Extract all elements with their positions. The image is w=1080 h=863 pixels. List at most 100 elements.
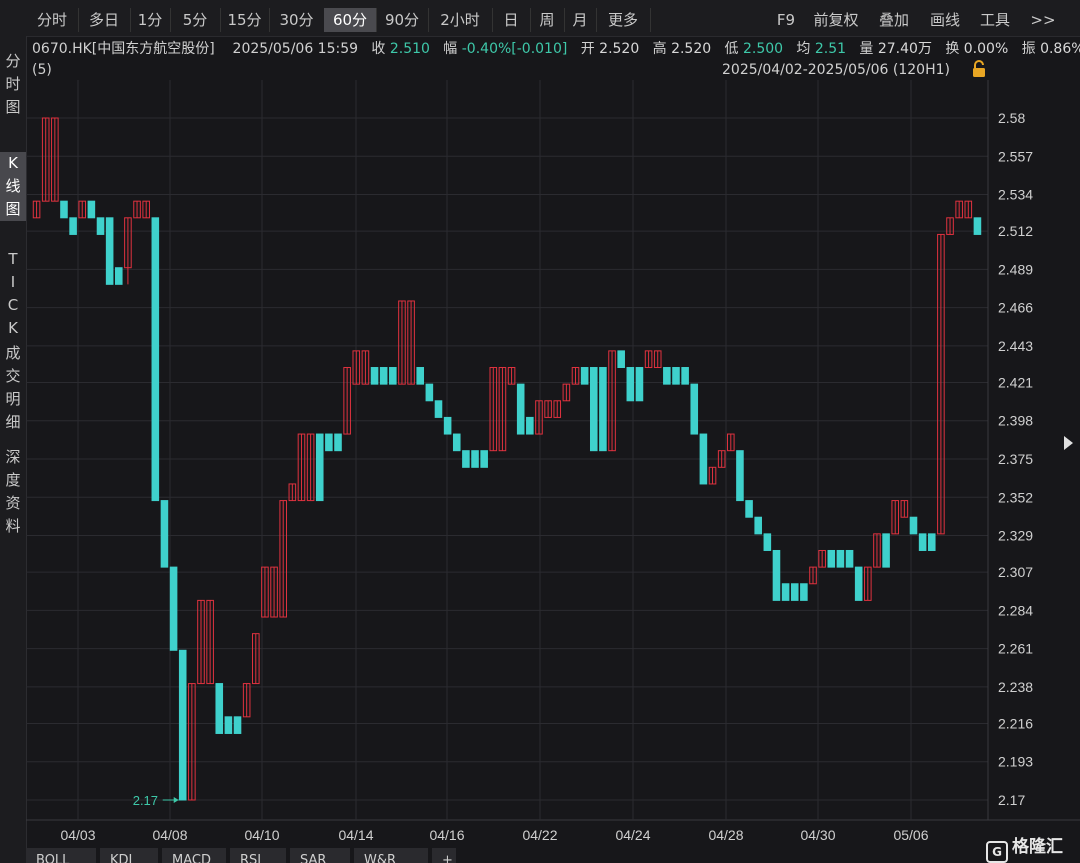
candle-body — [580, 367, 589, 385]
x-tick-label: 04/28 — [708, 827, 743, 843]
indicator-tab-1[interactable]: KDJ — [100, 848, 158, 863]
candle-body — [105, 217, 114, 285]
candle-body — [416, 367, 425, 385]
period-tab-2[interactable]: 1分 — [130, 8, 171, 32]
candle-body — [836, 549, 845, 568]
turnover-label: 换 — [945, 41, 960, 57]
candle-body — [845, 549, 854, 568]
candle-body — [160, 500, 169, 568]
indicator-tab-3[interactable]: RSI — [230, 848, 286, 863]
period-tab-12[interactable]: 更多 — [596, 8, 651, 32]
tool-button-0[interactable]: F9 — [768, 8, 804, 32]
candle-body — [96, 217, 105, 235]
candle-body — [443, 416, 452, 435]
quote-info-line: 0670.HK[中国东方航空股份] 2025/05/06 15:59 收 2.5… — [32, 38, 1080, 58]
y-tick-label: 2.421 — [998, 374, 1033, 390]
candle-body — [178, 649, 187, 801]
sidebar-item-1[interactable]: K线图 — [0, 152, 26, 221]
logo-icon: G — [986, 841, 1008, 863]
change-value: -0.40%[-0.010] — [461, 41, 568, 57]
watermark-logo: G 格隆汇 — [986, 832, 1063, 863]
period-tab-9[interactable]: 日 — [492, 8, 531, 32]
indicator-tab-4[interactable]: SAR — [290, 848, 350, 863]
lock-icon[interactable] — [970, 60, 988, 78]
y-tick-label: 2.284 — [998, 602, 1033, 618]
x-tick-label: 04/16 — [429, 827, 464, 843]
x-tick-label: 05/06 — [893, 827, 928, 843]
y-tick-label: 2.443 — [998, 338, 1033, 354]
indicator-tab-6[interactable]: + — [432, 848, 456, 863]
candle-body — [690, 383, 699, 435]
indicator-tab-2[interactable]: MACD — [162, 848, 226, 863]
period-tab-8[interactable]: 2小时 — [428, 8, 493, 32]
period-tab-11[interactable]: 月 — [564, 8, 597, 32]
candle-body — [772, 549, 781, 601]
sidebar-item-3[interactable]: 成交明细 — [0, 342, 26, 434]
candle-body — [973, 217, 982, 235]
expand-panel-icon[interactable] — [1064, 436, 1073, 450]
candle-body — [790, 583, 799, 601]
candle-body — [425, 383, 434, 402]
turnover-value: 0.00% — [963, 41, 1009, 57]
candle-body — [918, 533, 927, 551]
sidebar-item-2[interactable]: TICK — [0, 248, 26, 340]
candle-body — [854, 566, 863, 601]
candle-body — [672, 367, 680, 385]
period-tab-7[interactable]: 90分 — [376, 8, 429, 32]
tool-button-4[interactable]: 工具 — [970, 8, 1020, 32]
quote-datetime: 2025/05/06 15:59 — [232, 41, 359, 57]
period-tab-4[interactable]: 15分 — [220, 8, 270, 32]
watermark-text: 格隆汇 — [1012, 837, 1063, 857]
candle-body — [379, 367, 388, 385]
x-tick-label: 04/03 — [60, 827, 95, 843]
change-label: 幅 — [443, 41, 458, 57]
candle-body — [882, 533, 890, 568]
period-tab-10[interactable]: 周 — [530, 8, 565, 32]
y-tick-label: 2.466 — [998, 300, 1033, 316]
indicator-tab-0[interactable]: BOLL — [26, 848, 96, 863]
candle-body — [516, 383, 525, 435]
period-tab-1[interactable]: 多日 — [78, 8, 131, 32]
high-value: 2.520 — [671, 41, 712, 57]
indicator-tab-5[interactable]: W&R — [354, 848, 428, 863]
volume-label: 量 — [859, 41, 874, 57]
low-value: 2.500 — [742, 41, 784, 57]
open-label: 开 — [580, 41, 595, 57]
y-tick-label: 2.58 — [998, 110, 1025, 126]
y-tick-label: 2.352 — [998, 489, 1033, 505]
y-tick-label: 2.216 — [998, 715, 1033, 731]
x-tick-label: 04/22 — [522, 827, 557, 843]
period-tab-0[interactable]: 分时 — [26, 8, 79, 32]
y-tick-label: 2.489 — [998, 261, 1033, 277]
period-tab-5[interactable]: 30分 — [269, 8, 325, 32]
indicator-tabs: BOLL KDJ MACD RSI SAR W&R + — [26, 848, 1080, 863]
candle-body — [681, 367, 689, 385]
tool-button-2[interactable]: 叠加 — [868, 8, 920, 32]
candle-body — [827, 549, 836, 568]
period-tab-3[interactable]: 5分 — [170, 8, 221, 32]
tool-button-5[interactable]: >> — [1020, 8, 1066, 32]
view-sidebar: 分时图 K线图 TICK成交明细深度资料 — [0, 36, 27, 863]
close-label: 收 — [371, 41, 386, 57]
sidebar-item-0[interactable]: 分时图 — [0, 50, 26, 119]
period-tab-6[interactable]: 60分 — [324, 8, 377, 32]
candle-body — [927, 533, 936, 551]
tool-button-3[interactable]: 画线 — [920, 8, 970, 32]
stock-code-name[interactable]: 0670.HK[中国东方航空股份] — [32, 41, 215, 57]
kline-chart[interactable]: 2.58 2.557 2.534 2.512 2.489 2.466 2.443 2.421 2… — [26, 80, 1080, 848]
y-tick-label: 2.238 — [998, 679, 1033, 695]
candle-body — [617, 350, 625, 369]
y-tick-label: 2.261 — [998, 641, 1033, 657]
candle-body — [434, 400, 443, 418]
candle-body — [589, 367, 598, 452]
sidebar-item-4[interactable]: 深度资料 — [0, 446, 26, 538]
open-value: 2.520 — [599, 41, 640, 57]
y-tick-label: 2.557 — [998, 148, 1033, 164]
candle-body — [781, 583, 790, 601]
y-tick-label: 2.307 — [998, 564, 1033, 580]
y-tick-label: 2.329 — [998, 528, 1033, 544]
candle-body — [635, 367, 644, 402]
candle-body — [745, 500, 753, 518]
y-tick-label: 2.375 — [998, 451, 1033, 467]
tool-button-1[interactable]: 前复权 — [804, 8, 868, 32]
